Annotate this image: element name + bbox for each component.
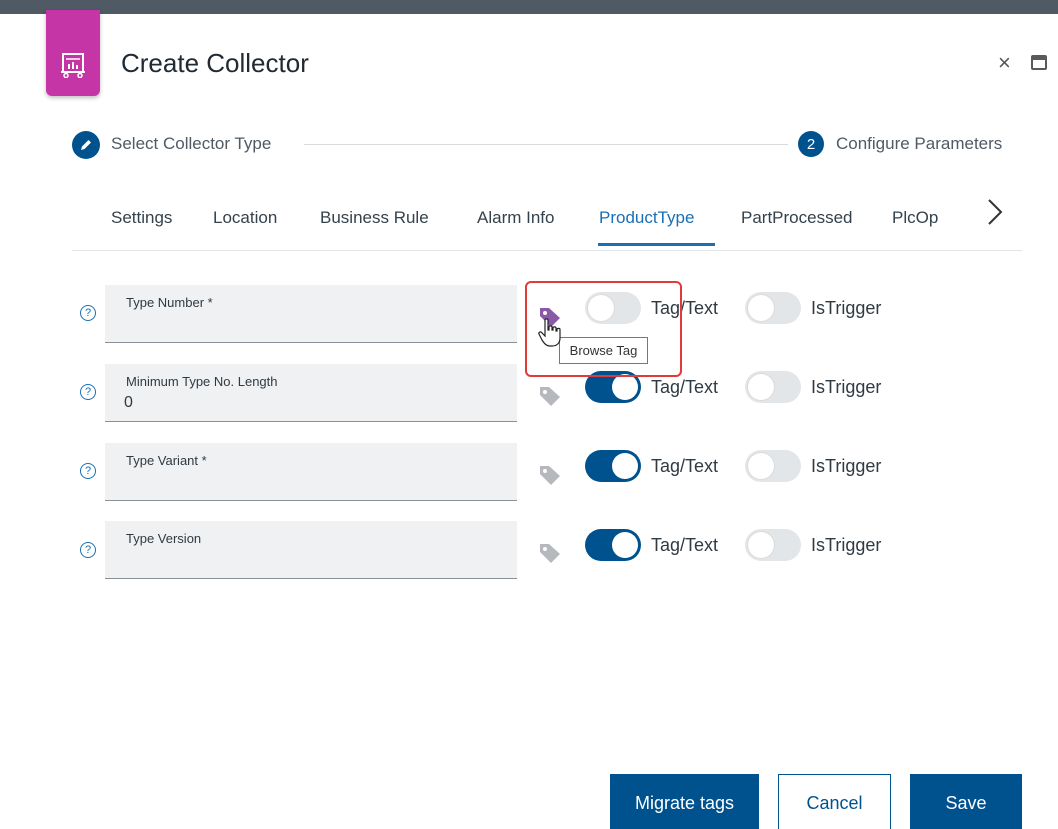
is-trigger-toggle[interactable] (745, 292, 801, 324)
help-icon[interactable]: ? (80, 463, 96, 479)
tab-alarm-info[interactable]: Alarm Info (477, 208, 554, 228)
tag-icon[interactable] (538, 541, 562, 565)
help-icon[interactable]: ? (80, 542, 96, 558)
browse-tag-tooltip: Browse Tag (559, 337, 648, 364)
toggle-knob (748, 295, 774, 321)
type-number-field[interactable]: Type Number * (105, 285, 517, 343)
hand-pointer-icon (538, 318, 561, 347)
tab-plcop-clipped[interactable]: PlcOp (892, 208, 940, 234)
field-label: Minimum Type No. Length (126, 374, 278, 389)
tag-icon[interactable] (538, 384, 562, 408)
field-label: Type Variant * (126, 453, 207, 468)
tag-text-label: Tag/Text (651, 377, 719, 397)
cancel-button[interactable]: Cancel (778, 774, 891, 829)
tabs-divider (72, 250, 1022, 251)
field-label: Type Version (126, 531, 202, 546)
tag-text-toggle[interactable] (585, 450, 641, 482)
toggle-knob (748, 532, 774, 558)
step-configure-parameters[interactable]: Configure Parameters (836, 134, 1002, 154)
tab-producttype[interactable]: ProductType (599, 208, 694, 228)
help-icon[interactable]: ? (80, 384, 96, 400)
active-tab-indicator (598, 243, 715, 246)
tab-business-rule[interactable]: Business Rule (320, 208, 429, 228)
type-version-field[interactable]: Type Version (105, 521, 517, 579)
dialog-title: Create Collector (121, 48, 309, 78)
is-trigger-label: IsTrigger (811, 298, 882, 318)
tab-partprocessed[interactable]: PartProcessed (741, 208, 853, 228)
maximize-icon[interactable] (1031, 55, 1047, 70)
is-trigger-label: IsTrigger (811, 535, 882, 555)
help-icon[interactable]: ? (80, 305, 96, 321)
save-button[interactable]: Save (910, 774, 1022, 829)
window-top-border (0, 0, 1058, 14)
minimum-type-no-length-field[interactable]: Minimum Type No. Length 0 (105, 364, 517, 422)
close-icon[interactable]: × (998, 52, 1011, 74)
is-trigger-label: IsTrigger (811, 377, 882, 397)
pencil-icon[interactable] (72, 131, 100, 159)
toggle-knob (748, 374, 774, 400)
tab-location[interactable]: Location (213, 208, 277, 228)
toggle-knob (612, 374, 638, 400)
step-select-collector-type[interactable]: Select Collector Type (111, 134, 271, 154)
chevron-right-icon[interactable] (984, 196, 1006, 228)
migrate-tags-button[interactable]: Migrate tags (610, 774, 759, 829)
tag-icon[interactable] (538, 463, 562, 487)
toggle-knob (612, 532, 638, 558)
is-trigger-toggle[interactable] (745, 371, 801, 403)
toggle-knob (748, 453, 774, 479)
field-label: Type Number * (126, 295, 213, 310)
tag-text-toggle[interactable] (585, 529, 641, 561)
toggle-knob (612, 453, 638, 479)
tag-text-label: Tag/Text (651, 456, 719, 476)
collector-chart-icon (46, 10, 100, 96)
tab-settings[interactable]: Settings (111, 208, 172, 228)
is-trigger-toggle[interactable] (745, 450, 801, 482)
is-trigger-label: IsTrigger (811, 456, 882, 476)
tab-plcop-label: PlcOp (892, 208, 939, 227)
field-value: 0 (124, 394, 133, 411)
type-variant-field[interactable]: Type Variant * (105, 443, 517, 501)
stepper-connector (304, 144, 788, 145)
tag-text-label: Tag/Text (651, 535, 719, 555)
step-number-badge: 2 (798, 131, 824, 157)
is-trigger-toggle[interactable] (745, 529, 801, 561)
